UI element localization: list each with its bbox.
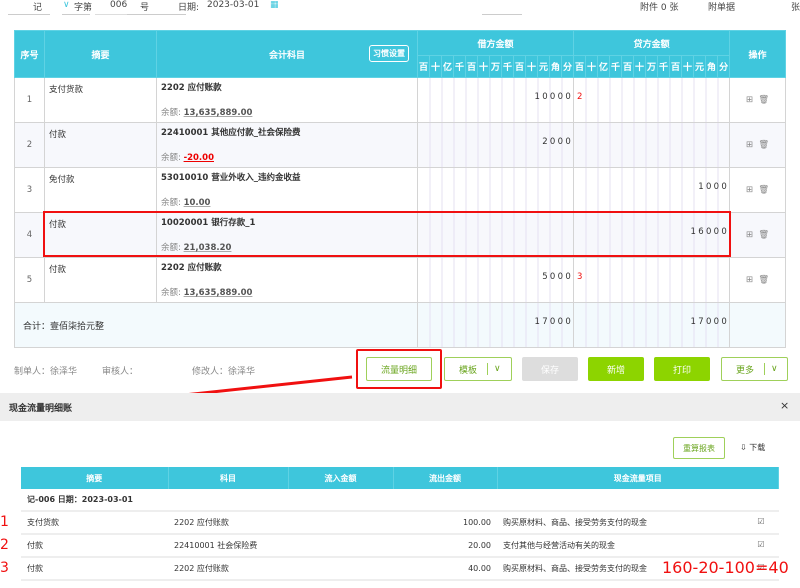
edit-icon[interactable]: ☑ xyxy=(757,517,764,526)
close-icon[interactable]: × xyxy=(780,399,789,412)
panel-title: 现金流量明细账 xyxy=(9,404,73,414)
item-text: 购买原材料、商品、接受劳务支付的现金 xyxy=(503,564,647,573)
download-icon: ⇩ xyxy=(740,443,747,452)
row-mark: 3 xyxy=(0,560,9,576)
row-mark: 1 xyxy=(0,514,9,530)
recalc-button[interactable]: 重算报表 xyxy=(673,437,725,459)
outflow-cell: 100.00 xyxy=(393,511,497,535)
summary-text: 支付货款 xyxy=(27,518,59,527)
summary-cell: 1 支付货款 xyxy=(0,511,168,535)
edit-icon[interactable]: ☑ xyxy=(757,540,764,549)
voucher-group-row: 记-006 日期：2023-03-01 xyxy=(21,489,779,512)
download-label: 下载 xyxy=(749,443,766,452)
inflow-cell xyxy=(288,511,393,535)
cash-flow-item-cell: 购买原材料、商品、接受劳务支付的现金 ☑ xyxy=(497,511,779,535)
calc-annotation: 160-20-100=40 xyxy=(662,558,789,577)
account-cell: 2202 应付账款 xyxy=(168,557,288,581)
cash-flow-row: 1 支付货款 2202 应付账款 100.00 购买原材料、商品、接受劳务支付的现… xyxy=(0,511,779,535)
summary-text: 付款 xyxy=(27,541,43,550)
cash-flow-item-cell: 支付其他与经营活动有关的现金 ☑ xyxy=(497,534,779,558)
col-outflow: 流出金额 xyxy=(393,467,498,489)
col-cash-flow-item: 现金流量项目 xyxy=(497,467,779,489)
col-inflow: 流入金额 xyxy=(288,467,394,489)
row-mark: 2 xyxy=(0,537,9,553)
outflow-cell: 40.00 xyxy=(393,557,497,581)
item-text: 支付其他与经营活动有关的现金 xyxy=(503,541,615,550)
account-cell: 22410001 社会保险费 xyxy=(168,534,288,558)
summary-cell: 2 付款 xyxy=(0,534,168,558)
col-summary: 摘要 xyxy=(21,467,169,489)
outflow-cell: 20.00 xyxy=(393,534,497,558)
cash-flow-row: 2 付款 22410001 社会保险费 20.00 支付其他与经营活动有关的现金 ☑ xyxy=(0,534,779,558)
account-cell: 2202 应付账款 xyxy=(168,511,288,535)
col-account: 科目 xyxy=(168,467,289,489)
inflow-cell xyxy=(288,557,393,581)
summary-cell: 3 付款 xyxy=(0,557,168,581)
cash-flow-panel-header: 现金流量明细账 × xyxy=(0,393,800,421)
download-button[interactable]: ⇩ 下载 xyxy=(740,442,765,453)
summary-text: 付款 xyxy=(27,564,43,573)
inflow-cell xyxy=(288,534,393,558)
item-text: 购买原材料、商品、接受劳务支付的现金 xyxy=(503,518,647,527)
